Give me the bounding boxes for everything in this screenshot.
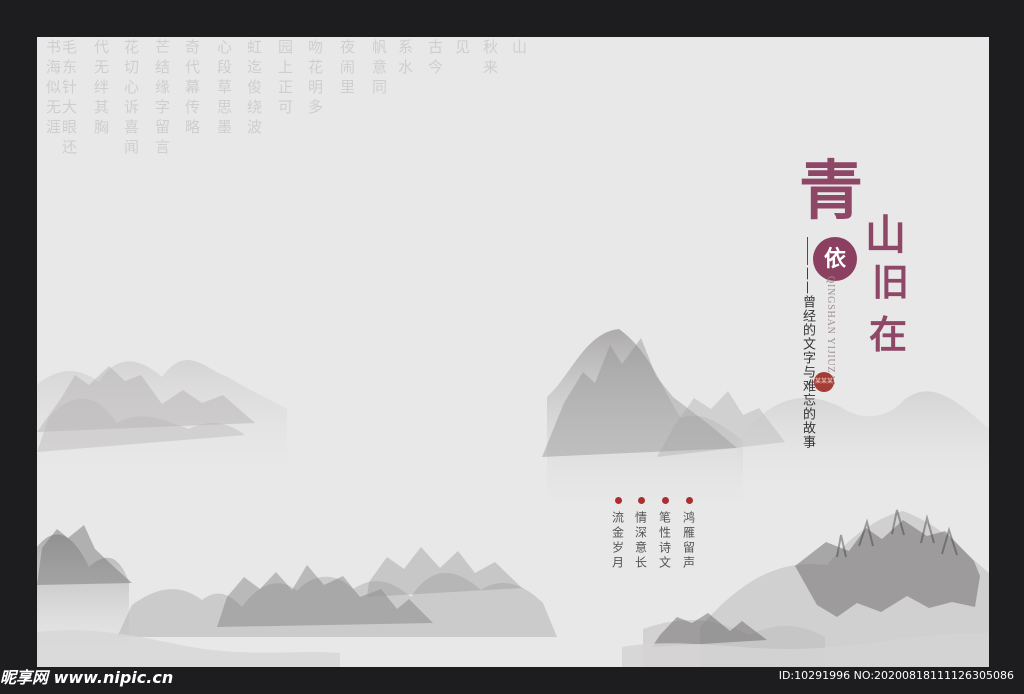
calligraphy-column: 见	[453, 39, 471, 59]
calligraphy-column: 山	[510, 39, 528, 59]
calligraphy-column: 奇代幕传略	[183, 39, 201, 139]
title-jiu: 旧	[872, 260, 909, 304]
calligraphy-column: 秋来	[481, 39, 499, 79]
image-id-watermark: ID:10291996 NO:20200818111126305086	[778, 669, 1014, 682]
calligraphy-column: 古今	[426, 39, 444, 79]
title-yi-circle: 依	[813, 237, 857, 281]
quote-column: 流金岁月	[609, 497, 627, 571]
calligraphy-column: 芒结缘字留言	[153, 39, 171, 159]
red-dot-icon	[637, 497, 645, 504]
red-dot-icon	[661, 497, 669, 504]
subtitle-rule	[807, 237, 808, 265]
title-shan: 山	[865, 211, 906, 259]
red-dot-icon	[614, 497, 622, 504]
calligraphy-column: 夜闹里	[338, 39, 356, 99]
calligraphy-background: 书海似无涯 毛东针大眼还 代无绊其胸 花切心诉喜闻 芒结缘字留言 奇代幕传略 心…	[37, 37, 557, 207]
site-watermark: 昵享网 www.nipic.cn	[0, 668, 174, 687]
pinyin-subtitle: QINGSHAN YIJIUZAI	[825, 276, 836, 386]
calligraphy-column: 花切心诉喜闻	[122, 39, 140, 159]
quote-column: 鸿雁留声	[680, 497, 698, 571]
subtitle: ——曾经的文字与难忘的故事	[800, 267, 815, 449]
quote-text: 情深意长	[633, 511, 648, 571]
quote-text: 鸿雁留声	[681, 511, 696, 571]
title-qing: 青	[799, 154, 863, 229]
calligraphy-column: 园上正可	[276, 39, 294, 119]
quote-column: 笔性诗文	[656, 497, 674, 571]
book-cover-spread: 书海似无涯 毛东针大眼还 代无绊其胸 花切心诉喜闻 芒结缘字留言 奇代幕传略 心…	[37, 37, 989, 667]
quote-text: 笔性诗文	[657, 511, 672, 571]
calligraphy-column: 心段草思墨	[215, 39, 233, 139]
calligraphy-column: 帆意同	[370, 39, 388, 99]
quote-text: 流金岁月	[610, 511, 625, 571]
calligraphy-column: 毛东针大眼还	[60, 39, 78, 159]
red-seal: 某某某	[814, 372, 834, 392]
calligraphy-column: 代无绊其胸	[92, 39, 110, 139]
calligraphy-column: 虹迄俊绕波	[245, 39, 263, 139]
title-zai: 在	[869, 312, 908, 357]
calligraphy-column: 系水	[396, 39, 414, 79]
red-dot-icon	[685, 497, 693, 504]
calligraphy-column: 吻花明多	[306, 39, 324, 119]
quote-column: 情深意长	[632, 497, 650, 571]
